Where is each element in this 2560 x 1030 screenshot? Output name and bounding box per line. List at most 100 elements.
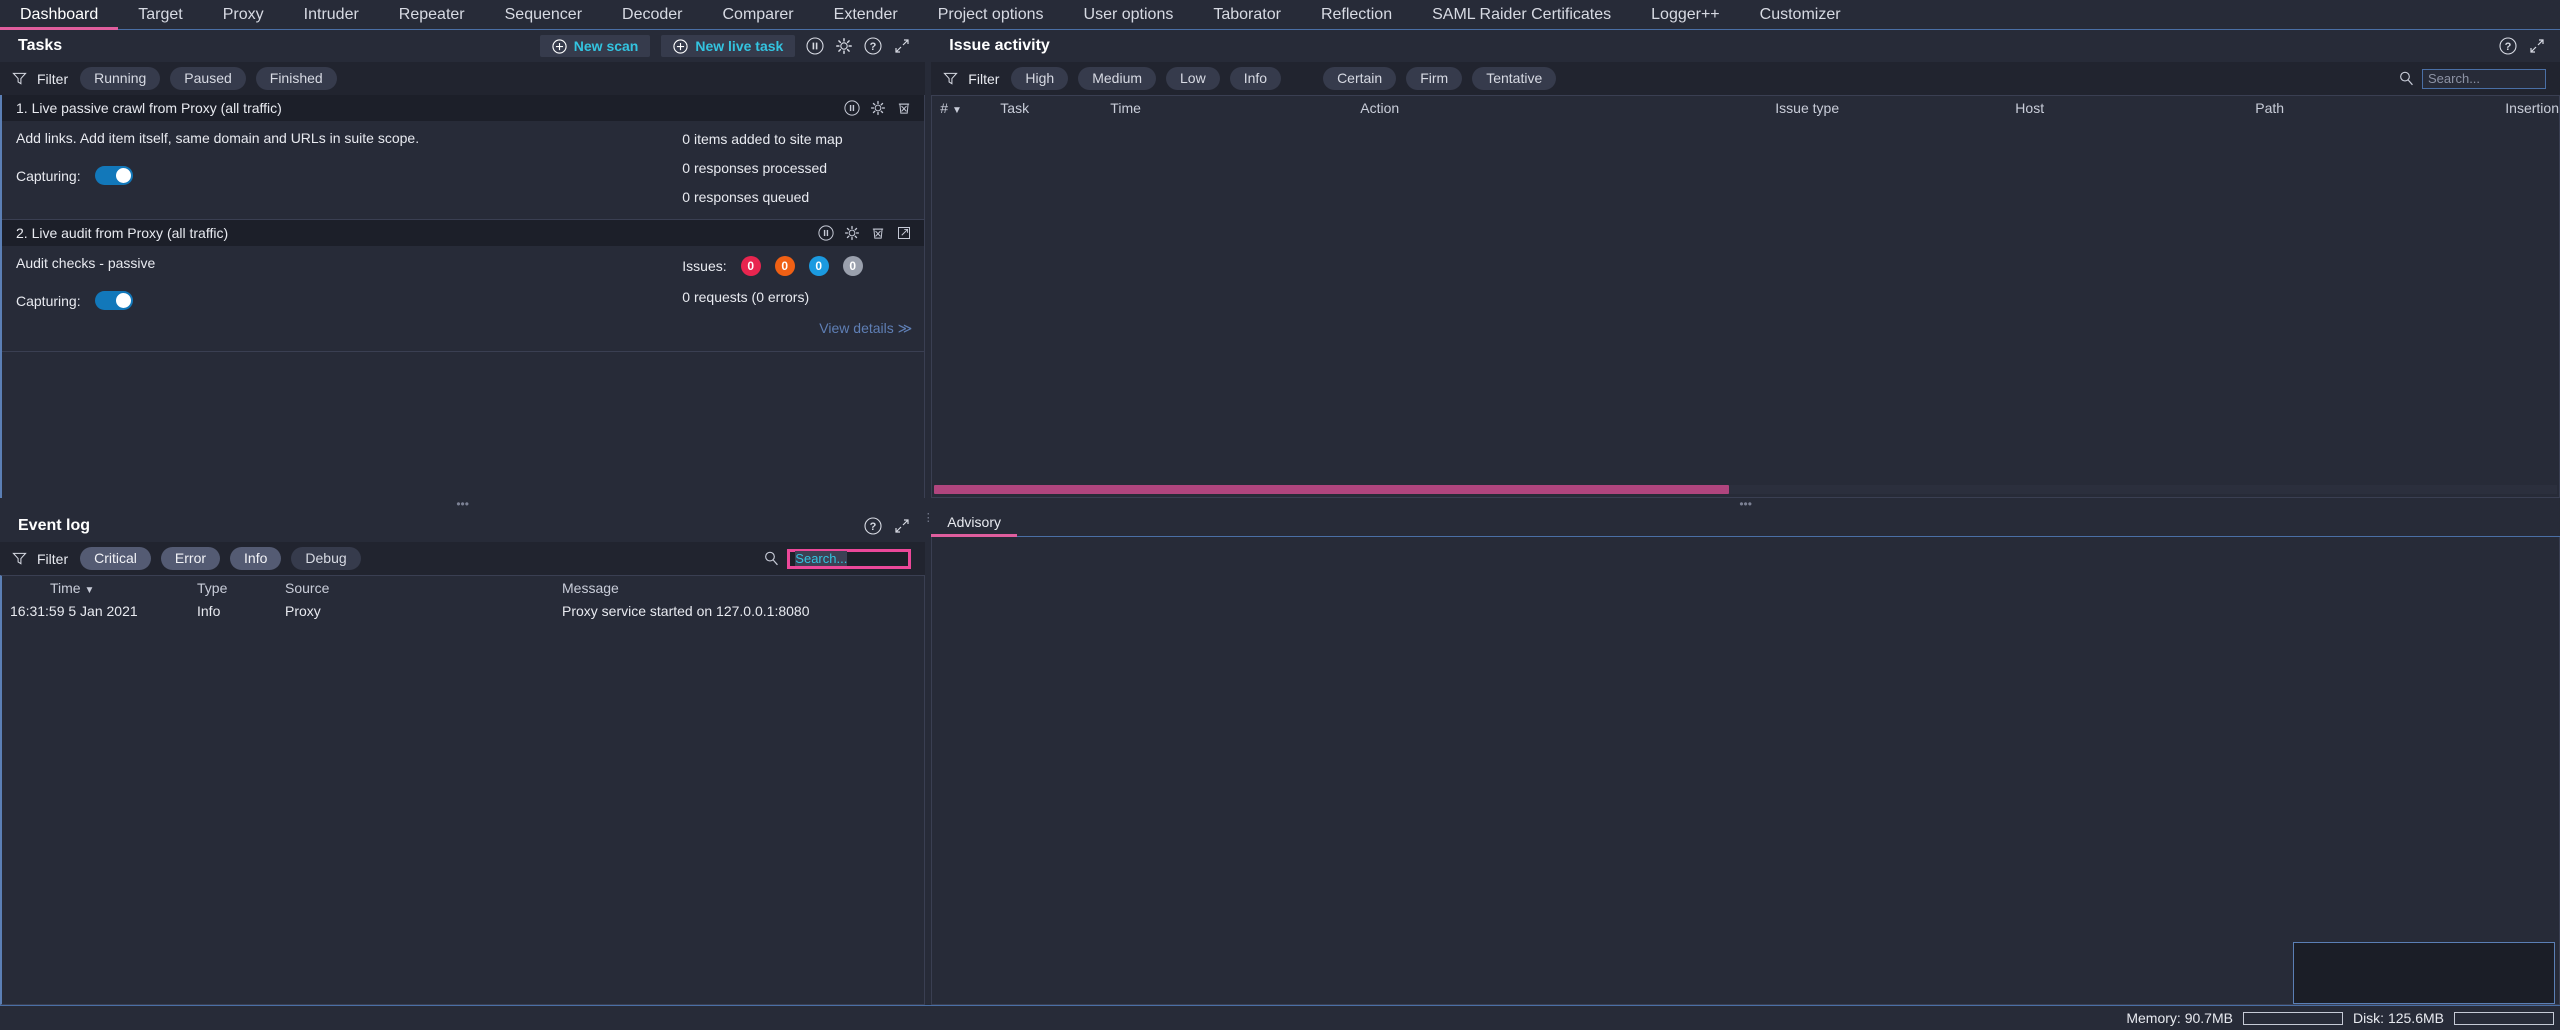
task-action-icons[interactable] <box>844 95 912 121</box>
trash-icon[interactable] <box>896 100 912 116</box>
event-log-filter-pill-critical[interactable]: Critical <box>80 547 151 570</box>
issue-activity-filter-bar[interactable]: Filter High Medium Low Info Certain Firm Tent… <box>931 62 2560 95</box>
issue-activity-table-header[interactable]: # ▼ Task Time Action Issue type Host Pat… <box>932 96 2559 120</box>
main-tab-customizer[interactable]: Customizer <box>1740 0 1861 29</box>
main-tab-target[interactable]: Target <box>118 0 202 29</box>
column-header-source[interactable]: Source <box>272 580 562 596</box>
column-header-time[interactable]: Time ▼ <box>2 580 177 596</box>
trash-icon[interactable] <box>870 225 886 241</box>
main-tab-dashboard[interactable]: Dashboard <box>0 0 119 30</box>
main-tab-user-options[interactable]: User options <box>1064 0 1194 29</box>
advisory-tab-advisory[interactable]: Advisory <box>931 514 1017 537</box>
tasks-header-tools[interactable]: New scan New live task ? <box>539 30 912 62</box>
tasks-filter-pill-paused[interactable]: Paused <box>170 67 246 90</box>
table-row[interactable]: 16:31:59 5 Jan 2021 Info Proxy Proxy servic… <box>2 600 924 622</box>
issue-activity-header-tools[interactable]: ? <box>2499 30 2546 62</box>
pause-icon[interactable] <box>844 100 860 116</box>
event-log-filter-bar[interactable]: Filter Critical Error Info Debug Search... <box>0 542 926 575</box>
scrollbar-thumb[interactable] <box>934 485 1730 494</box>
help-icon[interactable]: ? <box>2499 37 2517 55</box>
column-header-issue-type[interactable]: Issue type <box>1767 100 2007 116</box>
event-log-search[interactable]: Search... <box>763 548 912 569</box>
main-tab-bar[interactable]: Dashboard Target Proxy Intruder Repeater Sequ… <box>0 0 2560 30</box>
main-tab-logger[interactable]: Logger++ <box>1631 0 1740 29</box>
issue-confidence-pill-certain[interactable]: Certain <box>1323 67 1397 90</box>
event-log-header-tools[interactable]: ? <box>864 510 911 542</box>
expand-icon[interactable] <box>893 517 911 535</box>
capturing-toggle[interactable] <box>94 291 133 310</box>
right-column: Issue activity ? Filter High Medium Low Inf… <box>931 30 2560 1005</box>
task-action-icons[interactable] <box>818 220 912 246</box>
capturing-toggle[interactable] <box>94 166 133 185</box>
main-tab-saml-raider-certificates[interactable]: SAML Raider Certificates <box>1412 0 1631 29</box>
issue-count-badge[interactable]: 0 <box>740 256 761 276</box>
tasks-filter-pills[interactable]: Running Paused Finished <box>80 67 337 90</box>
tasks-filter-pill-finished[interactable]: Finished <box>255 67 337 90</box>
main-tab-intruder[interactable]: Intruder <box>284 0 379 29</box>
help-icon[interactable]: ? <box>864 517 882 535</box>
issue-count-badge[interactable]: 0 <box>842 256 863 276</box>
column-header-action[interactable]: Action <box>1352 100 1767 116</box>
task-description: Add links. Add item itself, same domain … <box>16 130 420 146</box>
column-header-host[interactable]: Host <box>2007 100 2247 116</box>
main-tab-extender[interactable]: Extender <box>814 0 918 29</box>
help-icon[interactable]: ? <box>864 37 882 55</box>
new-scan-button[interactable]: New scan <box>539 35 651 57</box>
task-item[interactable]: 2. Live audit from Proxy (all traffic) Au… <box>2 220 925 352</box>
issue-severity-pills[interactable]: High Medium Low Info <box>1011 67 1282 90</box>
event-log-filter-pill-error[interactable]: Error <box>160 547 221 570</box>
column-header-path[interactable]: Path <box>2247 100 2497 116</box>
issue-activity-resizer[interactable]: ••• <box>931 498 2560 510</box>
issue-severity-pill-medium[interactable]: Medium <box>1078 67 1157 90</box>
column-header-time[interactable]: Time <box>1102 100 1352 116</box>
expand-icon[interactable] <box>893 37 911 55</box>
new-live-task-button[interactable]: New live task <box>661 35 796 57</box>
column-header-task[interactable]: Task <box>992 100 1102 116</box>
column-header-message[interactable]: Message <box>562 580 924 596</box>
issue-count-badge[interactable]: 0 <box>808 256 829 276</box>
event-log-filter-pill-debug[interactable]: Debug <box>291 547 361 570</box>
issue-activity-search-input[interactable]: Search... <box>2422 68 2546 89</box>
pause-icon[interactable] <box>806 37 824 55</box>
gear-icon[interactable] <box>835 37 853 55</box>
view-details-link[interactable]: View details ≫ <box>682 320 912 337</box>
event-log-table-header[interactable]: Time ▼ Type Source Message <box>2 576 924 600</box>
event-log-filter-label: Filter <box>37 550 69 567</box>
expand-icon[interactable] <box>2528 37 2546 55</box>
issue-confidence-pill-firm[interactable]: Firm <box>1406 67 1463 90</box>
main-tab-taborator[interactable]: Taborator <box>1193 0 1301 29</box>
issue-activity-search[interactable]: Search... <box>2398 68 2546 89</box>
issue-severity-pill-low[interactable]: Low <box>1166 67 1220 90</box>
issue-confidence-pills[interactable]: Certain Firm Tentative <box>1323 67 1557 90</box>
tasks-filter-pill-running[interactable]: Running <box>80 67 161 90</box>
gear-icon[interactable] <box>844 225 860 241</box>
issue-severity-pill-high[interactable]: High <box>1011 67 1069 90</box>
open-external-icon[interactable] <box>896 225 912 241</box>
pause-icon[interactable] <box>818 225 834 241</box>
main-tab-sequencer[interactable]: Sequencer <box>485 0 602 29</box>
advisory-tab-strip[interactable]: Advisory <box>931 510 2560 537</box>
column-header-type[interactable]: Type <box>177 580 272 596</box>
issue-confidence-pill-tentative[interactable]: Tentative <box>1472 67 1557 90</box>
column-header-number[interactable]: # ▼ <box>932 100 992 116</box>
issue-activity-table: # ▼ Task Time Action Issue type Host Pat… <box>931 95 2560 498</box>
task-item[interactable]: 1. Live passive crawl from Proxy (all tr… <box>2 95 925 220</box>
main-tab-proxy[interactable]: Proxy <box>203 0 284 29</box>
main-tab-comparer[interactable]: Comparer <box>703 0 814 29</box>
issue-count-badge[interactable]: 0 <box>774 256 795 276</box>
tasks-filter-bar[interactable]: Filter Running Paused Finished <box>0 62 926 95</box>
tasks-panel-resizer[interactable]: ••• <box>0 498 926 510</box>
issue-activity-horizontal-scrollbar[interactable] <box>934 485 2557 494</box>
column-header-insertion[interactable]: Insertion <box>2497 100 2559 116</box>
issue-severity-pill-info[interactable]: Info <box>1229 67 1282 90</box>
event-log-filter-pills[interactable]: Critical Error Info Debug <box>80 547 361 570</box>
main-tab-reflection[interactable]: Reflection <box>1301 0 1412 29</box>
gear-icon[interactable] <box>870 100 886 116</box>
event-log-filter-pill-info[interactable]: Info <box>230 547 282 570</box>
main-tab-decoder[interactable]: Decoder <box>602 0 702 29</box>
main-tab-repeater[interactable]: Repeater <box>379 0 485 29</box>
event-log-search-input[interactable]: Search... <box>787 548 912 569</box>
event-log-table: Time ▼ Type Source Message 16:31:59 5 Ja… <box>0 575 926 1005</box>
main-tab-project-options[interactable]: Project options <box>918 0 1064 29</box>
cell-message: Proxy service started on 127.0.0.1:8080 <box>562 603 810 619</box>
